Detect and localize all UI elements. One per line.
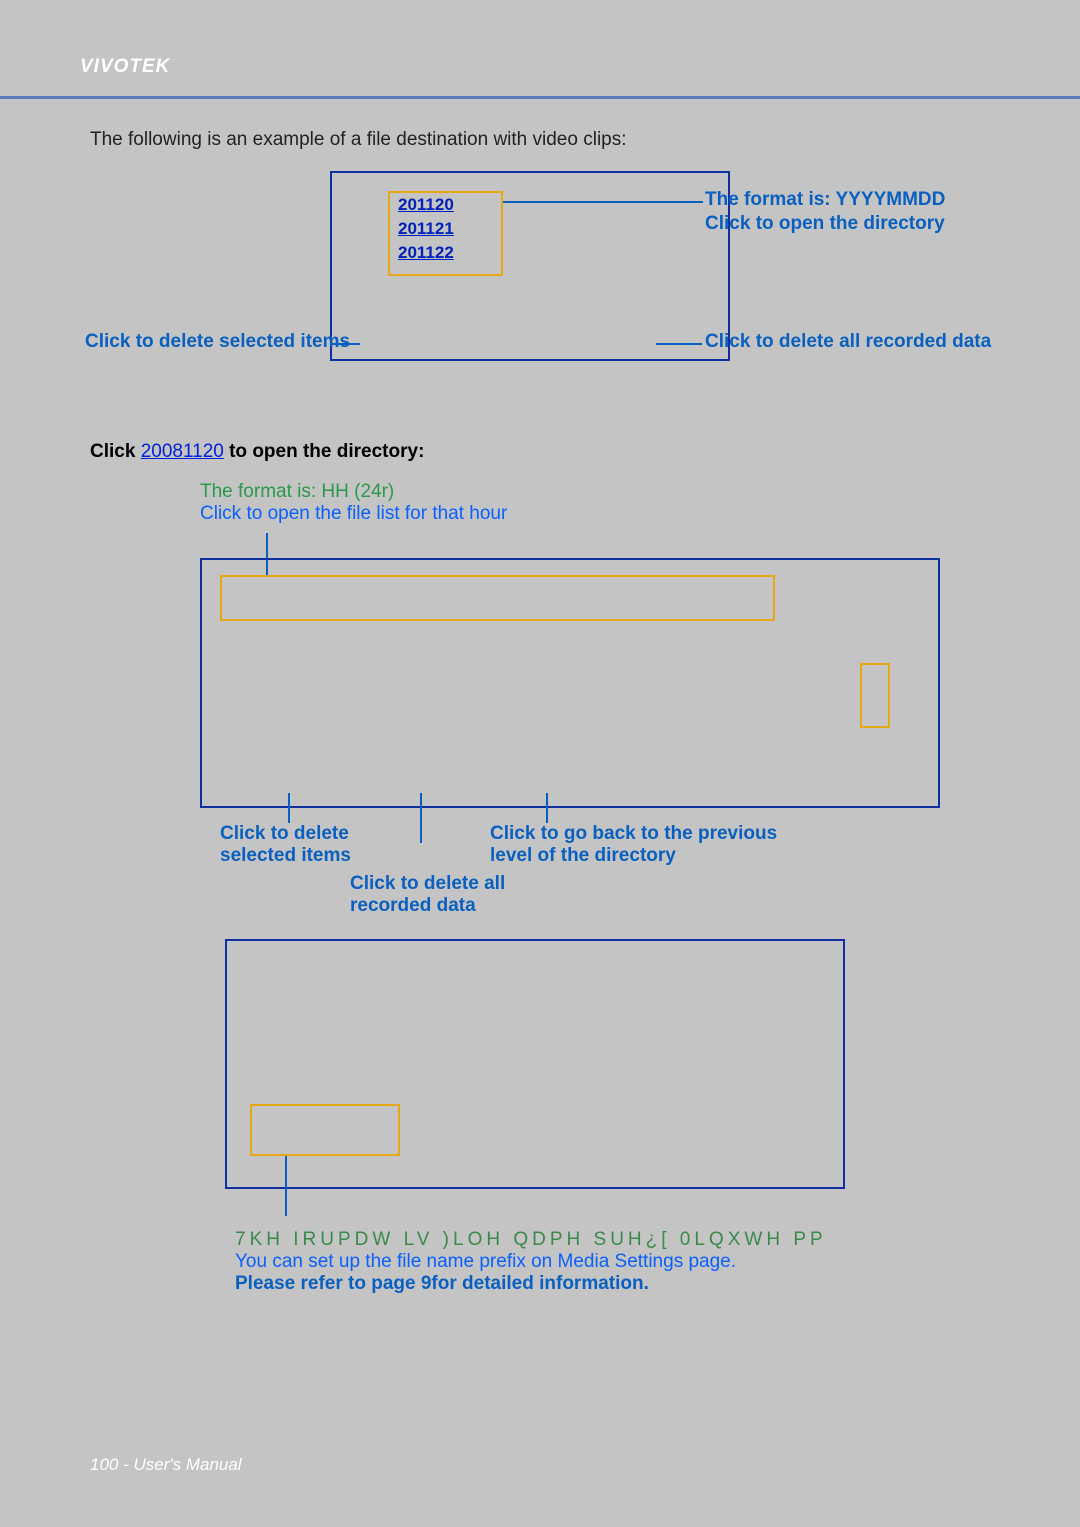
date-link-1[interactable]: 201121	[398, 219, 501, 239]
format-hh-label: The format is: HH (24r)	[200, 481, 1020, 503]
date-link-0[interactable]: 201120	[398, 195, 501, 215]
brand-logo: VIVOTEK	[80, 56, 170, 77]
open-dir-rest: to open the directory:	[224, 441, 425, 462]
label-del-sel-2: selected items	[220, 845, 351, 867]
diagram-filename	[90, 939, 1020, 1229]
scroll-box	[860, 663, 890, 728]
open-file-list-label: Click to open the file list for that hou…	[200, 503, 1020, 525]
label-format: The format is: YYYYMMDD	[705, 189, 945, 211]
date-link-2[interactable]: 201122	[398, 243, 501, 263]
setup-note: You can set up the file name prefix on M…	[235, 1251, 1020, 1273]
section-click-date: Click 20081120 to open the directory:	[90, 441, 1020, 463]
connector-line	[285, 1156, 287, 1216]
refer-note: Please refer to page 9for detailed infor…	[235, 1273, 1020, 1295]
label-goback-2: level of the directory	[490, 845, 676, 867]
filename-box	[250, 1104, 400, 1156]
date-link-20081120[interactable]: 20081120	[141, 441, 224, 462]
connector-line	[546, 793, 548, 823]
click-word: Click	[90, 441, 135, 462]
intro-text: The following is an example of a file de…	[90, 129, 1020, 151]
label-delete-selected: Click to delete selected items	[85, 331, 350, 353]
label-open-dir: Click to open the directory	[705, 213, 945, 235]
connector-line	[420, 793, 422, 843]
connector-line	[288, 793, 290, 823]
label-del-sel-1: Click to delete	[220, 823, 349, 845]
hour-list-box	[220, 575, 775, 621]
label-del-all-2: recorded data	[350, 895, 1080, 917]
page-footer: 100 - User's Manual	[90, 1455, 242, 1475]
label-del-all-1: Click to delete all	[350, 873, 1080, 895]
format-encoded-text: 7KH IRUPDW LV )LOH QDPH SUH¿[ 0LQXWH PP	[235, 1229, 1020, 1251]
connector-line	[656, 343, 702, 345]
diagram-hour: Click to delete selected items Click to …	[90, 533, 1020, 873]
label-goback-1: Click to go back to the previous	[490, 823, 777, 845]
label-delete-all: Click to delete all recorded data	[705, 331, 991, 353]
diagram-yyyymmdd: 201120 201121 201122 The format is: YYYY…	[90, 171, 1020, 431]
connector-line	[503, 201, 703, 203]
date-list-box: 201120 201121 201122	[388, 191, 503, 276]
